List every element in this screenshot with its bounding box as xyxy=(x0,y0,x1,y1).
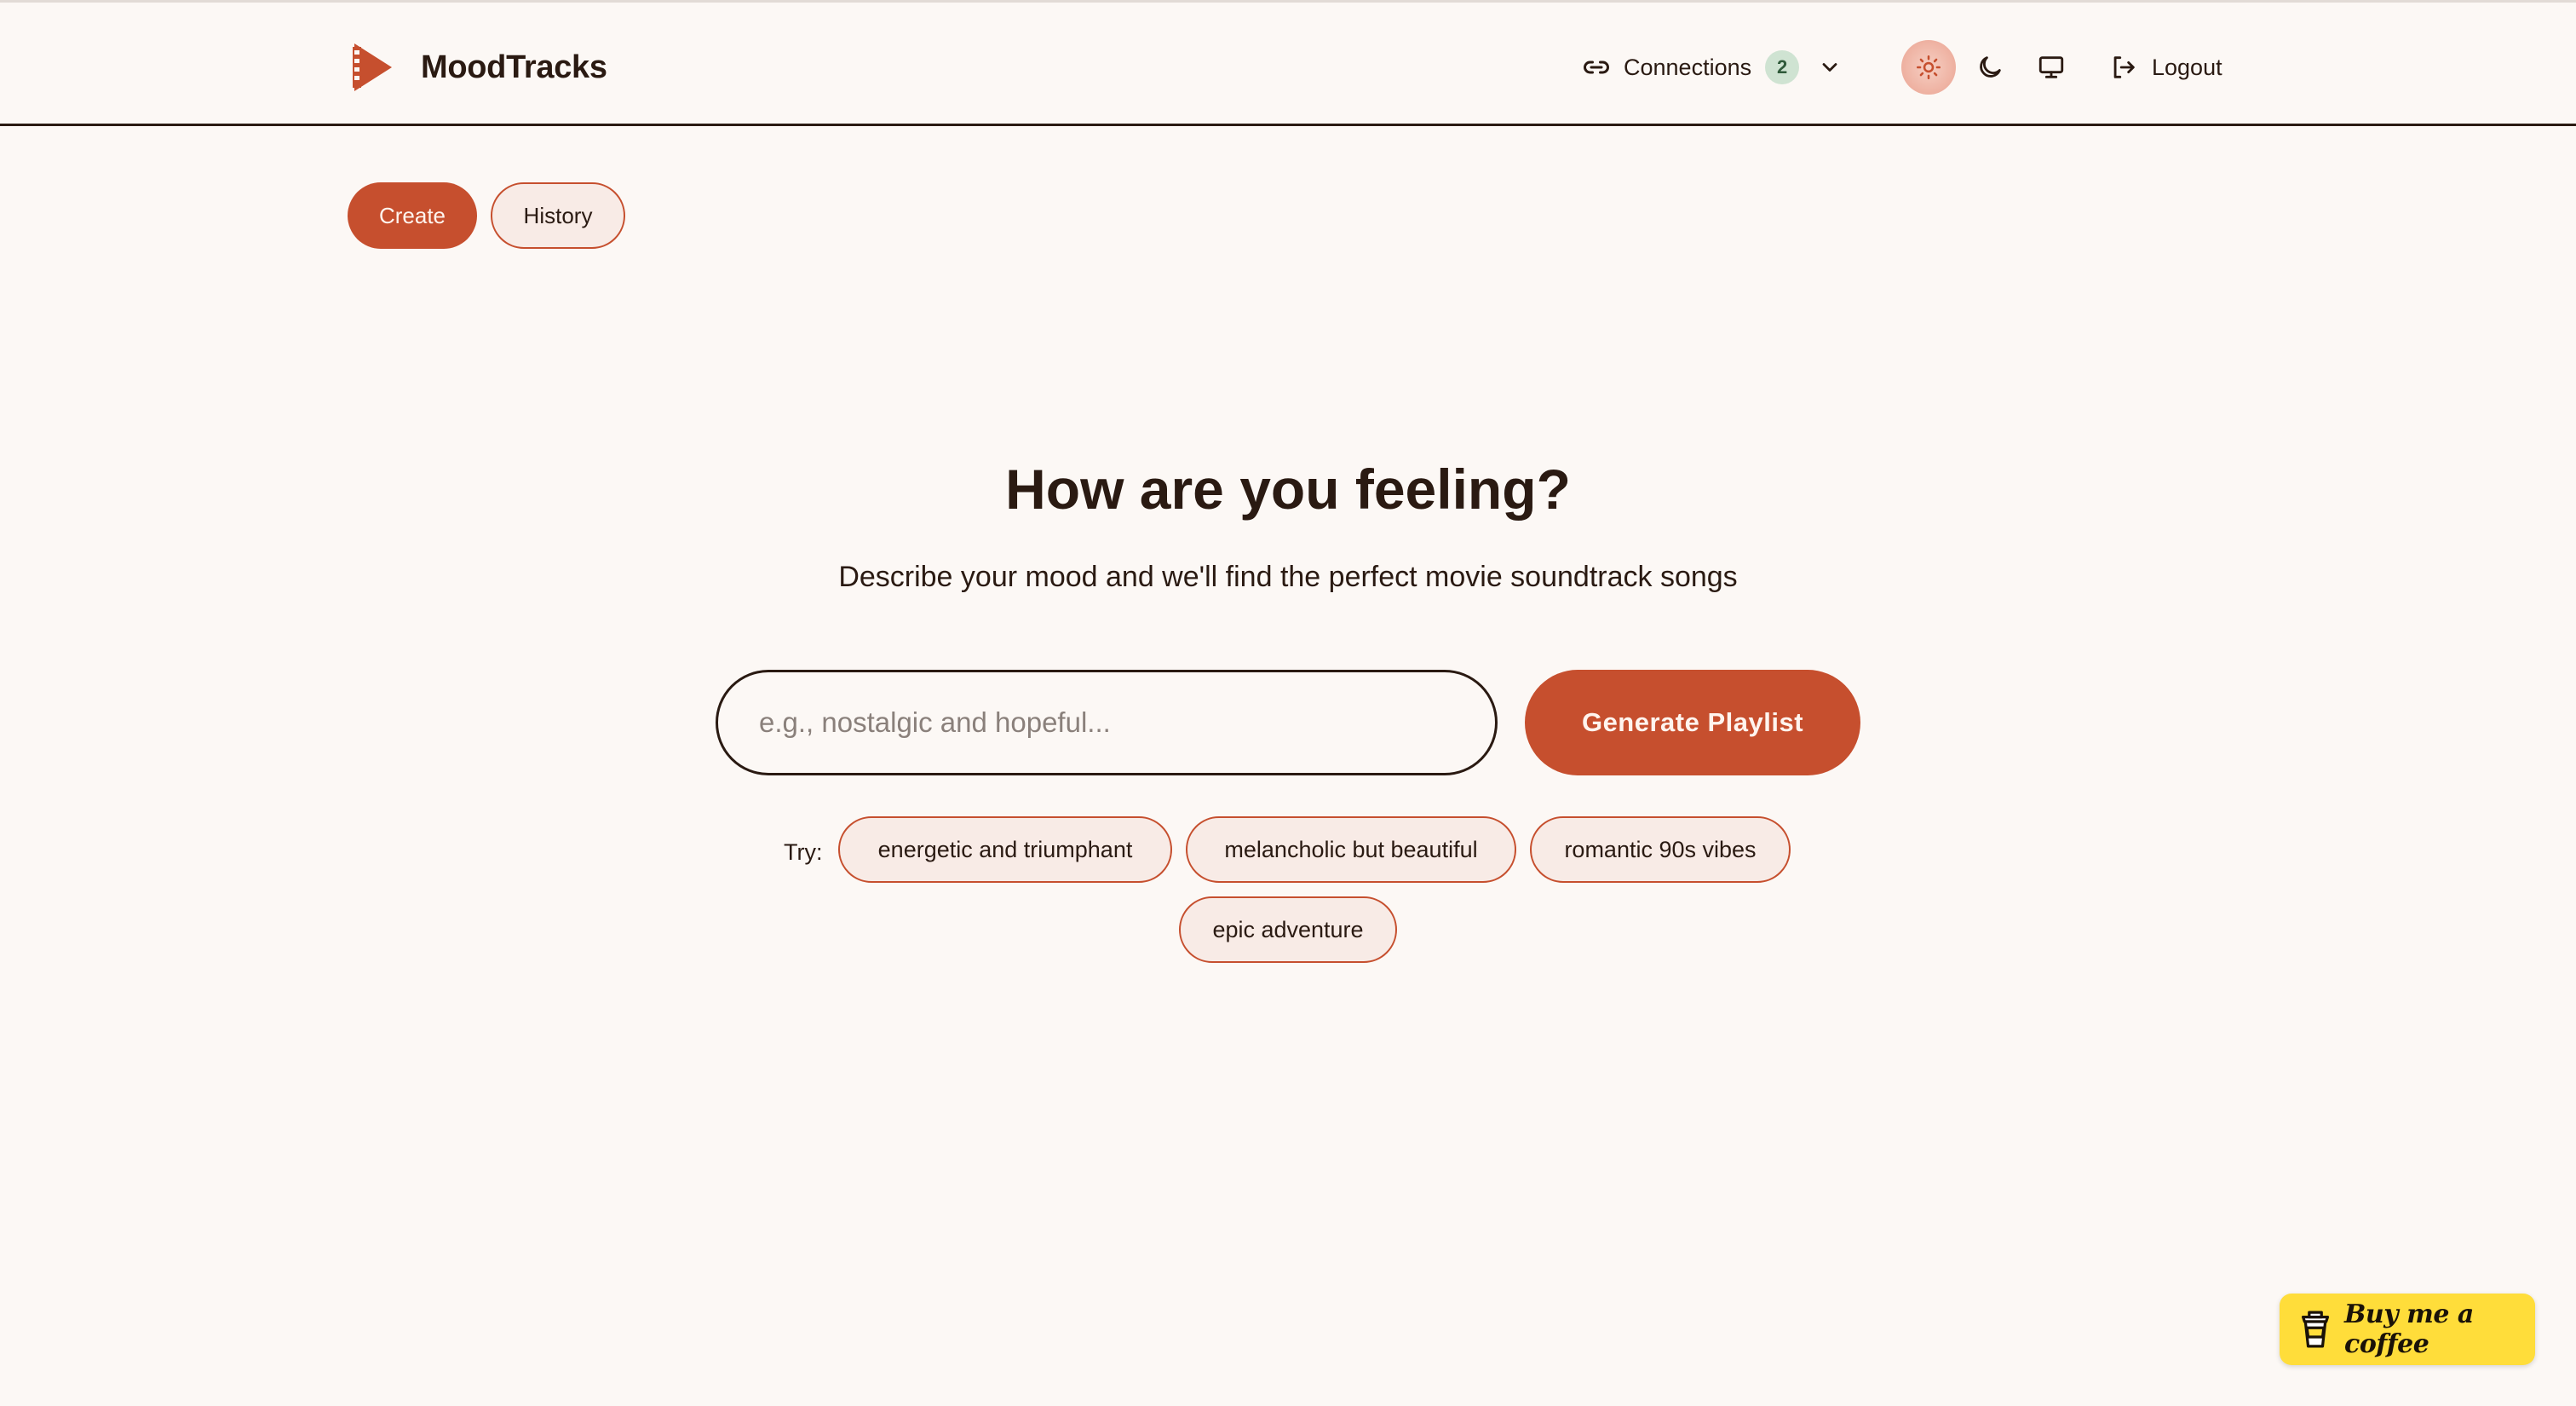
connections-label: Connections xyxy=(1624,54,1752,80)
connections-count-badge: 2 xyxy=(1765,50,1800,84)
moon-icon xyxy=(1980,56,2001,78)
buy-me-a-coffee-label: Buy me a coffee xyxy=(2344,1299,2474,1359)
top-header: MoodTracks Connections 2 Logout xyxy=(0,0,2576,126)
logout-button[interactable]: Logout xyxy=(2109,45,2222,89)
film-play-logo-icon xyxy=(353,43,392,91)
sun-icon xyxy=(1916,55,1941,80)
coffee-cup-icon xyxy=(2301,1311,2330,1348)
monitor-icon xyxy=(2038,56,2064,78)
suggestions-label: Try: xyxy=(784,839,823,865)
theme-system-button[interactable] xyxy=(2024,40,2079,95)
suggestion-chip[interactable]: romantic 90s vibes xyxy=(1530,816,1791,883)
suggestion-chip[interactable]: epic adventure xyxy=(1179,896,1397,963)
brand[interactable]: MoodTracks xyxy=(348,37,607,98)
buy-me-a-coffee-button[interactable]: Buy me a coffee xyxy=(2280,1294,2535,1365)
app-page: MoodTracks Connections 2 Logout Create H… xyxy=(0,0,2576,1406)
tab-history[interactable]: History xyxy=(491,182,625,249)
connections-dropdown[interactable]: Connections 2 xyxy=(1581,45,1842,89)
generate-playlist-button[interactable]: Generate Playlist xyxy=(1525,670,1860,775)
link-icon xyxy=(1584,61,1609,74)
suggestion-chip[interactable]: melancholic but beautiful xyxy=(1186,816,1516,883)
mood-input[interactable] xyxy=(716,670,1498,775)
theme-dark-button[interactable] xyxy=(1963,40,2017,95)
page-subtitle: Describe your mood and we'll find the pe… xyxy=(838,561,1738,593)
theme-light-button[interactable] xyxy=(1901,40,1956,95)
logout-icon xyxy=(2113,56,2135,78)
suggestion-chip[interactable]: energetic and triumphant xyxy=(838,816,1172,883)
logout-label: Logout xyxy=(2152,54,2222,80)
tab-create[interactable]: Create xyxy=(348,182,477,249)
chevron-down-icon xyxy=(1822,63,1837,72)
page-title: How are you feeling? xyxy=(1005,458,1571,521)
brand-name: MoodTracks xyxy=(421,49,607,85)
